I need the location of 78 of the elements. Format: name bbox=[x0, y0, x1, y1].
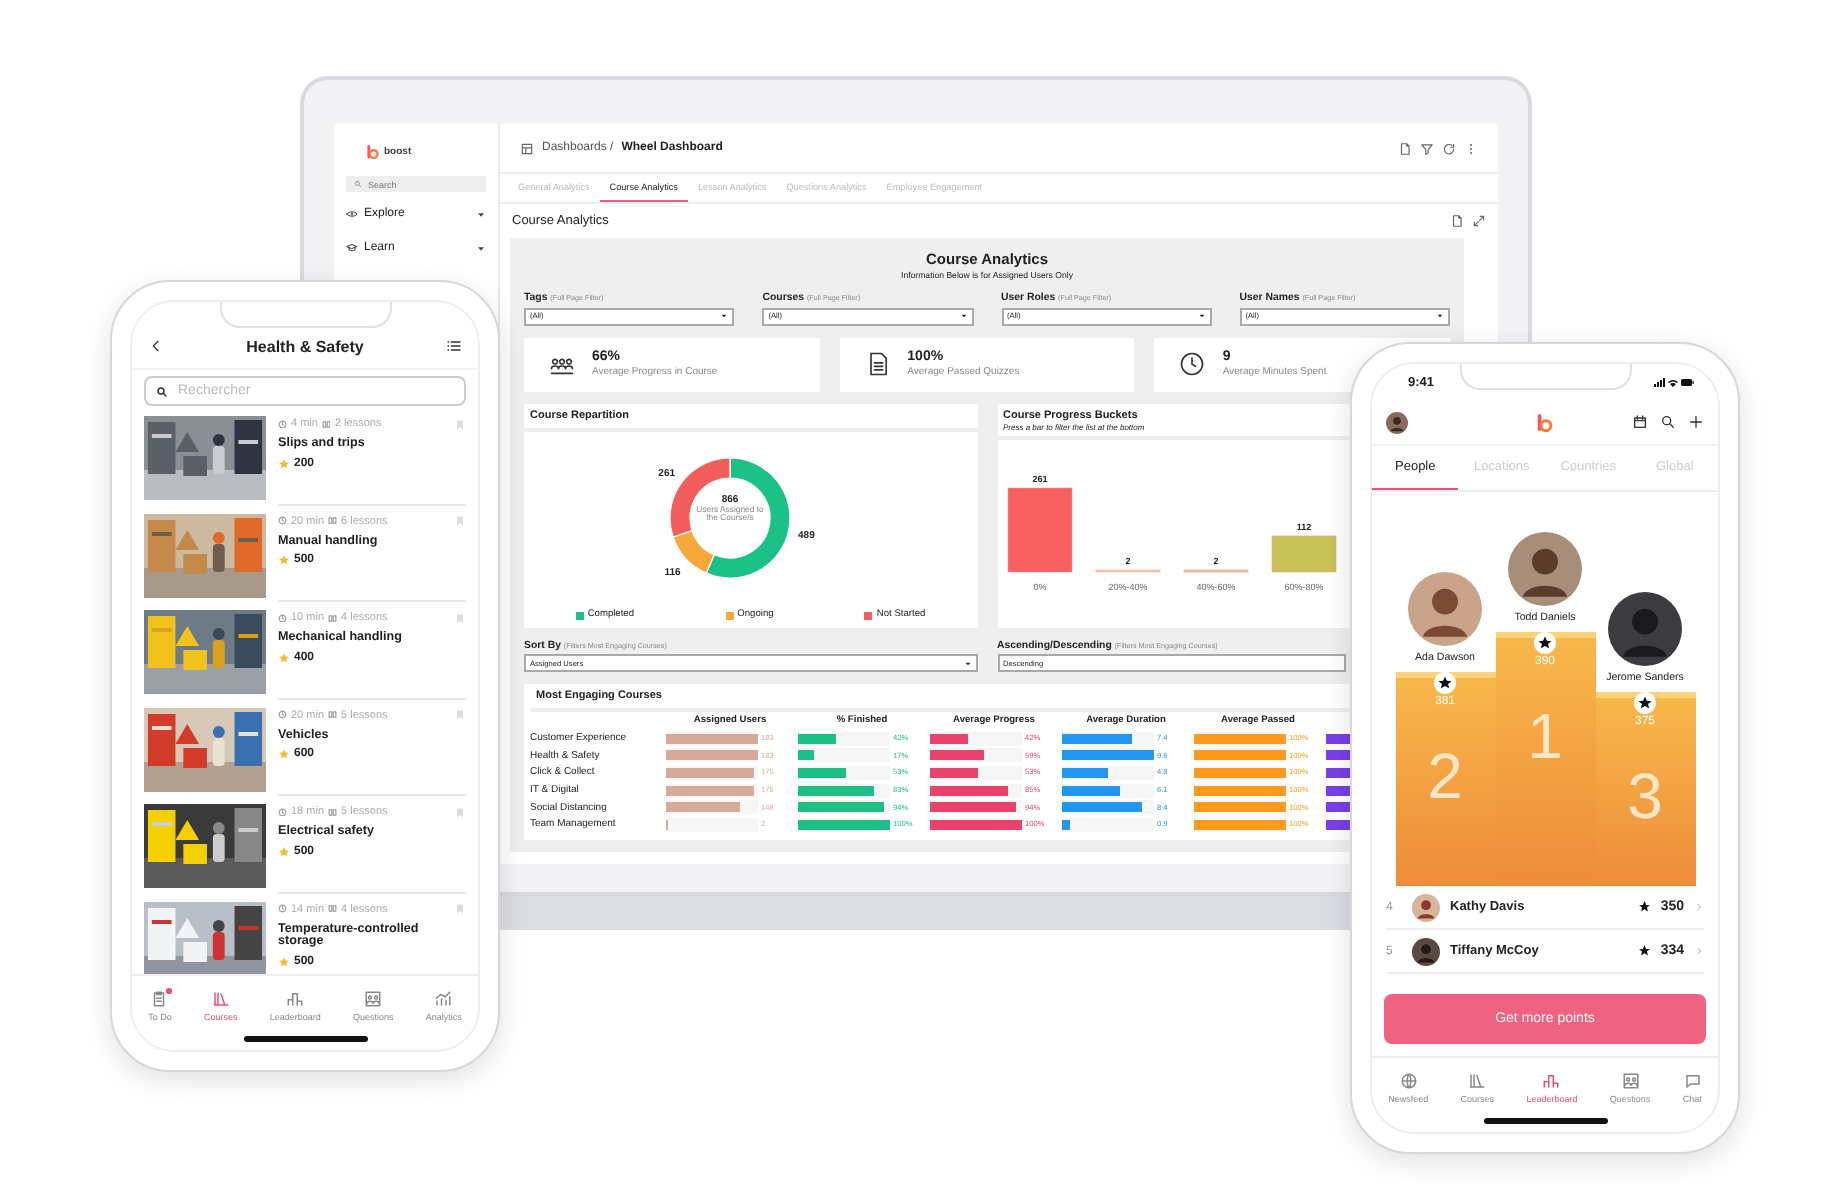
caret-icon bbox=[476, 209, 486, 219]
document-icon[interactable] bbox=[1398, 141, 1412, 155]
books-icon bbox=[211, 990, 230, 1008]
eye-icon bbox=[346, 208, 358, 220]
star-icon bbox=[1637, 944, 1651, 958]
document-icon[interactable] bbox=[1450, 214, 1464, 228]
avatar[interactable] bbox=[1608, 592, 1682, 666]
search-icon bbox=[354, 180, 362, 188]
logo-icon bbox=[366, 144, 380, 160]
chevron-icon bbox=[1694, 946, 1704, 956]
chart-bar[interactable] bbox=[1006, 486, 1072, 572]
calendar-icon[interactable] bbox=[1632, 414, 1648, 430]
star-icon bbox=[278, 956, 290, 969]
add-icon[interactable] bbox=[1688, 414, 1704, 430]
book-icon bbox=[328, 904, 338, 914]
back-icon[interactable] bbox=[148, 338, 164, 354]
caret-icon bbox=[963, 659, 971, 667]
more-icon[interactable] bbox=[1464, 141, 1478, 155]
globe-icon bbox=[1399, 1072, 1418, 1090]
clock-icon bbox=[278, 419, 287, 429]
list-icon[interactable] bbox=[446, 338, 462, 354]
avatar[interactable] bbox=[1408, 572, 1482, 646]
logo-icon bbox=[1535, 411, 1553, 433]
caret-icon bbox=[1436, 312, 1444, 320]
books-icon bbox=[1468, 1072, 1487, 1090]
caret-icon bbox=[959, 312, 967, 320]
book-icon bbox=[328, 807, 338, 817]
clock-icon bbox=[278, 613, 287, 623]
legend-swatch bbox=[725, 611, 734, 619]
chevron-icon bbox=[1694, 902, 1704, 912]
expand-icon[interactable] bbox=[1472, 214, 1486, 228]
people-icon bbox=[364, 990, 383, 1008]
book-icon bbox=[328, 516, 338, 526]
star-icon bbox=[278, 651, 290, 664]
star-icon bbox=[278, 554, 290, 567]
chart-icon bbox=[434, 990, 453, 1008]
caret-icon bbox=[720, 312, 729, 320]
refresh-icon[interactable] bbox=[1442, 141, 1456, 155]
caret-icon bbox=[476, 243, 486, 253]
status-icons bbox=[1654, 377, 1694, 387]
home-indicator bbox=[243, 1036, 367, 1042]
clock-icon bbox=[1178, 350, 1207, 378]
star-icon bbox=[278, 845, 290, 858]
people-icon bbox=[1621, 1072, 1640, 1090]
dashboard-icon bbox=[520, 141, 534, 155]
star-icon bbox=[1534, 632, 1556, 654]
legend-swatch bbox=[864, 611, 873, 619]
legend-swatch bbox=[575, 611, 584, 619]
graduation-cap-icon bbox=[346, 242, 358, 254]
star-icon bbox=[1637, 900, 1651, 914]
book-icon bbox=[321, 419, 331, 429]
podium-place: 2 bbox=[1427, 740, 1463, 814]
home-indicator bbox=[1483, 1118, 1607, 1124]
podium-icon bbox=[286, 990, 305, 1008]
star-icon bbox=[278, 457, 290, 470]
search-icon[interactable] bbox=[1660, 414, 1676, 430]
star-icon bbox=[1434, 672, 1456, 694]
screen-title: Health & Safety bbox=[244, 337, 366, 355]
search-icon bbox=[156, 385, 168, 397]
podium-place: 3 bbox=[1627, 760, 1663, 834]
book-icon bbox=[328, 710, 338, 720]
clipboard-icon bbox=[150, 990, 169, 1008]
clock-icon bbox=[278, 807, 287, 817]
clock-icon bbox=[278, 516, 287, 526]
star-icon bbox=[278, 748, 290, 761]
podium-place: 1 bbox=[1527, 700, 1563, 774]
clock-icon bbox=[278, 710, 287, 720]
avatar[interactable] bbox=[1508, 532, 1582, 606]
book-icon bbox=[328, 613, 338, 623]
avatar bbox=[1412, 937, 1440, 965]
star-icon bbox=[1634, 692, 1656, 714]
avatar[interactable] bbox=[1386, 411, 1408, 433]
chat-icon bbox=[1683, 1072, 1702, 1090]
avatar bbox=[1412, 893, 1440, 921]
filter-icon[interactable] bbox=[1420, 141, 1434, 155]
clock-icon bbox=[278, 904, 287, 914]
podium-icon bbox=[1542, 1072, 1561, 1090]
caret-icon bbox=[1197, 312, 1206, 320]
